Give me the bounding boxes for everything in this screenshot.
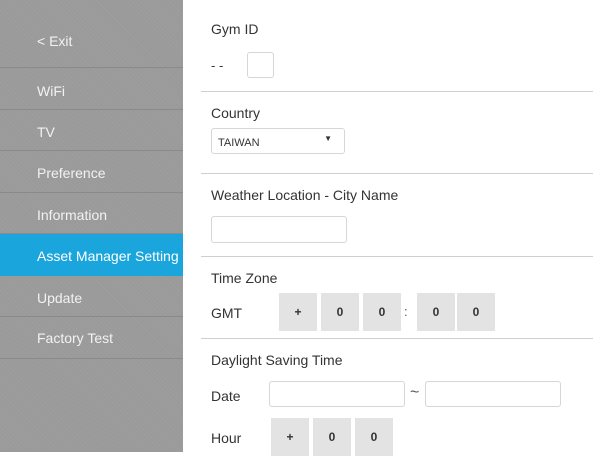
settings-panel: Gym ID - - Country TAIWAN ▼ Weather Loca… [183, 0, 593, 456]
city-name-input[interactable] [211, 216, 347, 243]
gym-id-input[interactable] [247, 52, 274, 78]
dst-hour-tens-button[interactable]: 0 [313, 418, 351, 456]
country-title: Country [211, 105, 261, 121]
dst-date-label: Date [211, 388, 241, 404]
sidebar-item-factory-test[interactable]: Factory Test [0, 317, 183, 359]
gym-id-prefix: - - [211, 58, 224, 73]
dst-hour-ones-button[interactable]: 0 [355, 418, 393, 456]
sidebar-item-label: Factory Test [37, 330, 113, 346]
exit-button[interactable]: < Exit [0, 0, 183, 68]
gym-id-title: Gym ID [211, 21, 259, 37]
exit-label: < Exit [37, 33, 73, 49]
sidebar-item-label: WiFi [37, 83, 65, 99]
gmt-hour-tens-button[interactable]: 0 [321, 293, 359, 331]
divider [201, 173, 593, 174]
sidebar-item-wifi[interactable]: WiFi [0, 68, 183, 110]
sidebar-item-label: TV [37, 124, 55, 140]
sidebar-item-label: Preference [37, 165, 106, 181]
gmt-minute-ones-button[interactable]: 0 [457, 293, 495, 331]
weather-location-title: Weather Location - City Name [211, 187, 399, 203]
gmt-sign-button[interactable]: + [279, 293, 317, 331]
sidebar-item-tv[interactable]: TV [0, 110, 183, 151]
dst-end-date-input[interactable] [425, 381, 561, 407]
country-selected-value: TAIWAN [218, 137, 260, 149]
gmt-colon-separator: : [404, 304, 408, 319]
gmt-label: GMT [211, 305, 243, 321]
dst-sign-button[interactable]: + [271, 418, 309, 456]
divider [201, 338, 593, 339]
country-select[interactable]: TAIWAN ▼ [211, 128, 345, 154]
sidebar: < Exit WiFi TV Preference Information As… [0, 0, 183, 452]
divider [201, 91, 593, 92]
sidebar-item-asset-manager-setting[interactable]: Asset Manager Setting [0, 234, 183, 276]
caret-down-icon: ▼ [324, 134, 332, 143]
gmt-minute-tens-button[interactable]: 0 [417, 293, 455, 331]
sidebar-item-update[interactable]: Update [0, 276, 183, 317]
dst-start-date-input[interactable] [269, 381, 405, 407]
sidebar-item-label: Asset Manager Setting [37, 248, 179, 264]
date-range-separator: ~ [410, 384, 420, 401]
gmt-hour-ones-button[interactable]: 0 [363, 293, 401, 331]
sidebar-item-information[interactable]: Information [0, 193, 183, 234]
dst-hour-label: Hour [211, 430, 242, 446]
time-zone-title: Time Zone [211, 270, 278, 286]
sidebar-item-label: Update [37, 290, 83, 306]
sidebar-item-label: Information [37, 207, 108, 223]
daylight-saving-time-title: Daylight Saving Time [211, 352, 343, 368]
divider [201, 256, 593, 257]
sidebar-item-preference[interactable]: Preference [0, 151, 183, 193]
